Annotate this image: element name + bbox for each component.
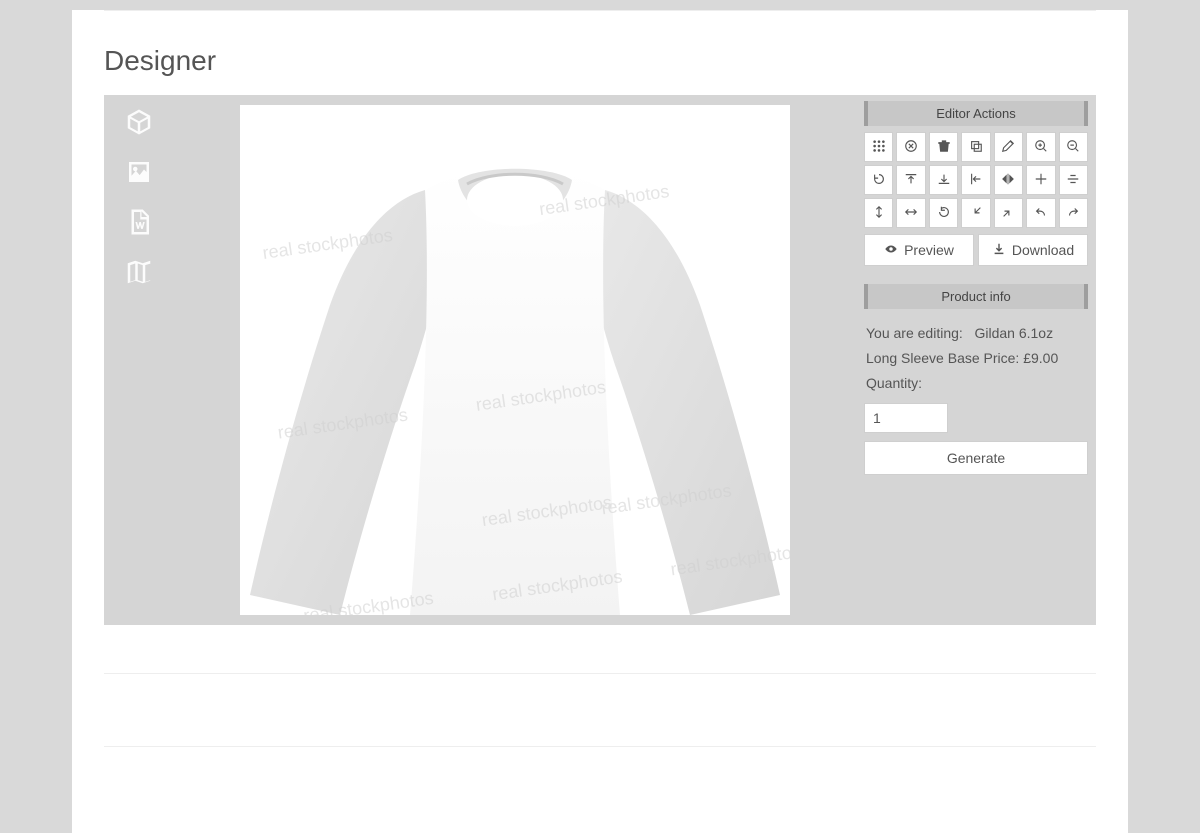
redo-icon: [1066, 205, 1080, 222]
pencil-icon: [1001, 139, 1015, 156]
zoom-out-button[interactable]: [1059, 132, 1088, 162]
cube-icon: [124, 107, 154, 140]
download-button[interactable]: Download: [978, 234, 1088, 266]
download-icon: [992, 242, 1006, 259]
center-v-button[interactable]: [1059, 165, 1088, 195]
page-title: Designer: [104, 11, 1096, 95]
editor-actions-title: Editor Actions: [864, 101, 1088, 126]
height-icon: [872, 205, 886, 222]
undo-icon: [1034, 205, 1048, 222]
designer-app: real stockphotos real stockphotos real s…: [104, 95, 1096, 625]
reset-icon: [937, 205, 951, 222]
trash-icon: [937, 139, 951, 156]
preview-button[interactable]: Preview: [864, 234, 974, 266]
right-panel: Editor Actions: [856, 95, 1096, 625]
zoom-in-button[interactable]: [1026, 132, 1055, 162]
image-icon: [124, 157, 154, 190]
map-icon: [124, 257, 154, 290]
width-icon: [904, 205, 918, 222]
align-bottom-button[interactable]: [929, 165, 958, 195]
center-v-icon: [1066, 172, 1080, 189]
width-button[interactable]: [896, 198, 925, 228]
flip-h-button[interactable]: [994, 165, 1023, 195]
align-left-button[interactable]: [961, 165, 990, 195]
rotate-icon: [872, 172, 886, 189]
editing-label: You are editing:: [866, 325, 963, 341]
divider-1: [104, 673, 1096, 674]
grid-icon: [872, 139, 886, 156]
image-tool[interactable]: [121, 155, 157, 191]
copy-button[interactable]: [961, 132, 990, 162]
delete-button[interactable]: [929, 132, 958, 162]
align-top-icon: [904, 172, 918, 189]
base-price: £9.00: [1023, 350, 1058, 366]
align-bottom-icon: [937, 172, 951, 189]
product-tool[interactable]: [121, 105, 157, 141]
product-preview-image: real stockphotos real stockphotos real s…: [240, 105, 790, 615]
zoom-out-icon: [1066, 139, 1080, 156]
download-label: Download: [1012, 242, 1074, 258]
clear-button[interactable]: [896, 132, 925, 162]
divider-2: [104, 746, 1096, 747]
grid-button[interactable]: [864, 132, 893, 162]
clipart-tool[interactable]: [121, 255, 157, 291]
flip-h-icon: [1001, 172, 1015, 189]
center-h-icon: [1034, 172, 1048, 189]
text-tool[interactable]: [121, 205, 157, 241]
doc-w-icon: [124, 207, 154, 240]
redo-button[interactable]: [1059, 198, 1088, 228]
arrow-out-icon: [1001, 205, 1015, 222]
left-tool-strip: [104, 95, 174, 625]
circle-x-icon: [904, 139, 918, 156]
quantity-label: Quantity:: [866, 375, 922, 391]
reset-button[interactable]: [929, 198, 958, 228]
generate-button[interactable]: Generate: [864, 441, 1088, 475]
undo-button[interactable]: [1026, 198, 1055, 228]
eye-icon: [884, 242, 898, 259]
design-canvas[interactable]: real stockphotos real stockphotos real s…: [240, 105, 790, 615]
rotate-button[interactable]: [864, 165, 893, 195]
scale-up-button[interactable]: [994, 198, 1023, 228]
edit-button[interactable]: [994, 132, 1023, 162]
align-left-icon: [969, 172, 983, 189]
scale-down-button[interactable]: [961, 198, 990, 228]
base-price-label: Base Price:: [948, 350, 1020, 366]
product-info-text: You are editing: Gildan 6.1oz Long Sleev…: [864, 315, 1088, 401]
zoom-in-icon: [1034, 139, 1048, 156]
center-h-button[interactable]: [1026, 165, 1055, 195]
design-canvas-wrap: real stockphotos real stockphotos real s…: [174, 95, 856, 625]
quantity-input[interactable]: [864, 403, 948, 433]
arrow-in-icon: [969, 205, 983, 222]
align-top-button[interactable]: [896, 165, 925, 195]
copy-icon: [969, 139, 983, 156]
editor-actions-grid: [864, 132, 1088, 228]
page-card: Designer: [72, 10, 1128, 833]
preview-label: Preview: [904, 242, 954, 258]
product-info-title: Product info: [864, 284, 1088, 309]
height-button[interactable]: [864, 198, 893, 228]
